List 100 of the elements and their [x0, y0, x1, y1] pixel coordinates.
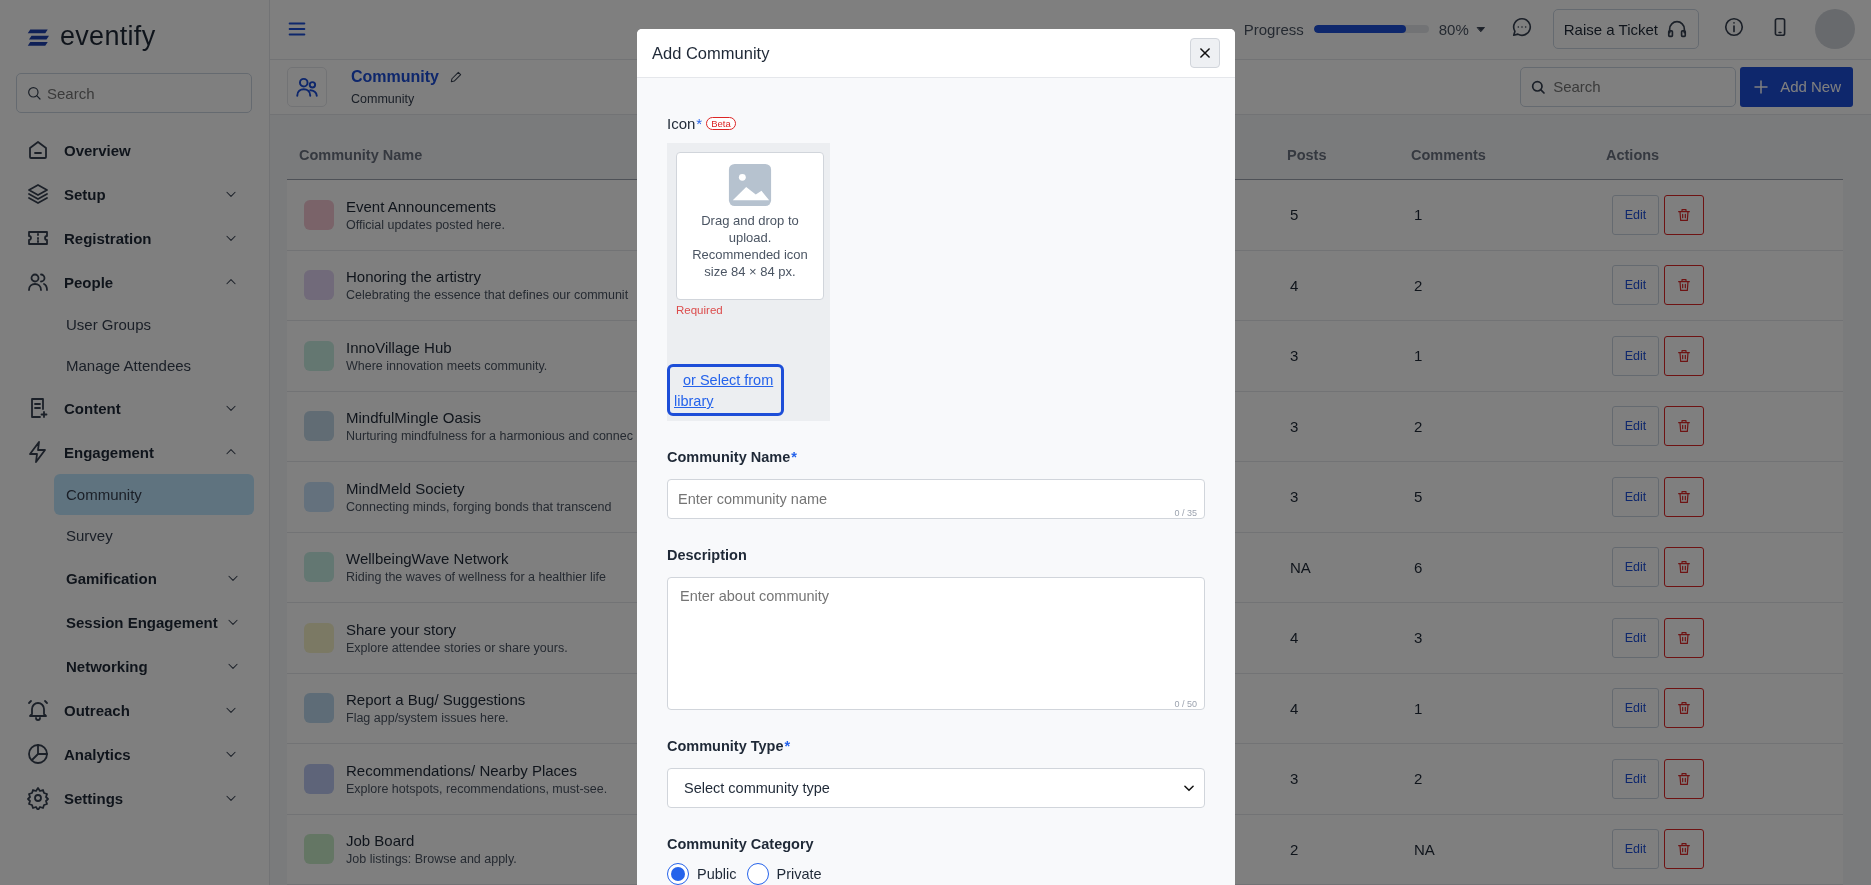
pencil-icon[interactable]: [449, 69, 463, 84]
community-description: Job listings: Browse and apply.: [346, 852, 517, 867]
table-cell-text: 1: [1413, 347, 1424, 365]
community-description: Official updates posted here.: [346, 217, 505, 232]
edit-button[interactable]: Edit: [1612, 617, 1659, 658]
nav-subitem[interactable]: Community: [54, 474, 254, 515]
delete-button[interactable]: [1664, 406, 1704, 447]
community-description: Explore attendee stories or share yours.: [346, 640, 568, 655]
column-header: Actions: [1605, 146, 1661, 163]
required-mark: *: [791, 449, 797, 465]
page-title: Community: [351, 67, 439, 86]
nav-subitem[interactable]: Networking: [54, 644, 254, 688]
nav-item[interactable]: Engagement: [16, 430, 256, 474]
edit-button[interactable]: Edit: [1612, 758, 1659, 799]
edit-button[interactable]: Edit: [1612, 476, 1659, 517]
breadcrumb: Community: [351, 91, 416, 106]
raise-ticket-button[interactable]: Raise a Ticket: [1552, 9, 1699, 50]
nav-item[interactable]: Settings: [16, 776, 256, 820]
nav-item[interactable]: Setup: [16, 172, 256, 216]
table-cell-text: 4: [1289, 699, 1300, 717]
library-link[interactable]: or Select from library: [667, 364, 784, 416]
community-description: Where innovation meets community.: [346, 358, 548, 373]
community-description: Connecting minds, forging bonds that transcend: [346, 499, 612, 514]
select-field[interactable]: Select community type: [667, 768, 1205, 808]
upload-hint: Drag and drop to upload. Recommended icon size 84 × 84 px.: [691, 212, 809, 280]
logo-text: eventify: [60, 21, 156, 52]
bell-icon: [26, 698, 50, 722]
home-icon: [26, 138, 50, 162]
community-name: Recommendations/ Nearby Places: [346, 761, 578, 779]
nav-subitem[interactable]: Session Engagement: [54, 600, 254, 644]
radio-label: Public: [697, 866, 737, 882]
dialog-title: Add Community: [652, 43, 770, 63]
nav-item[interactable]: Registration: [16, 216, 256, 260]
table-cell-text: 4: [1289, 276, 1300, 294]
delete-button[interactable]: [1664, 688, 1704, 729]
community-name: WellbeingWave Network: [346, 550, 510, 568]
radio-button[interactable]: [667, 863, 689, 885]
required-mark: *: [696, 115, 703, 132]
delete-button[interactable]: [1664, 265, 1704, 306]
search-icon: [1530, 78, 1547, 95]
community-description: Flag app/system issues here.: [346, 711, 510, 726]
edit-button[interactable]: Edit: [1612, 547, 1659, 588]
progress-label: Progress: [1243, 20, 1304, 38]
delete-button[interactable]: [1664, 758, 1704, 799]
community-description: Nurturing mindfulness for a harmonious and connec: [346, 429, 633, 444]
edit-button[interactable]: Edit: [1612, 335, 1659, 376]
nav-item[interactable]: Content: [16, 386, 256, 430]
gear-icon: [26, 786, 50, 810]
trash-icon: [1676, 277, 1692, 294]
field-label: Community Name: [667, 449, 791, 465]
nav-subitem[interactable]: Survey: [54, 515, 254, 556]
delete-button[interactable]: [1664, 617, 1704, 658]
community-name: Honoring the artistry: [346, 268, 483, 286]
drop-zone[interactable]: Drag and drop to upload. Recommended icon size 84 × 84 px.: [676, 152, 824, 300]
add-new-button[interactable]: Add New: [1740, 66, 1853, 107]
nav-subitem[interactable]: Manage Attendees: [54, 345, 254, 386]
trash-icon: [1676, 206, 1692, 223]
trash-icon: [1676, 347, 1692, 364]
community-name: MindfulMingle Oasis: [346, 409, 483, 427]
trash-icon: [1676, 559, 1692, 576]
delete-button[interactable]: [1664, 194, 1704, 235]
nav-subitem[interactable]: User Groups: [54, 304, 254, 345]
nav-subitem[interactable]: Gamification: [54, 556, 254, 600]
delete-button[interactable]: [1664, 476, 1704, 517]
search-field[interactable]: Search: [16, 73, 252, 113]
edit-button[interactable]: Edit: [1612, 406, 1659, 447]
table-cell-text: 3: [1289, 770, 1300, 788]
edit-button[interactable]: Edit: [1612, 688, 1659, 729]
community-description: Riding the waves of wellness for a healthier life: [346, 570, 606, 585]
community-name: Job Board: [346, 832, 416, 850]
community-name: InnoVillage Hub: [346, 338, 453, 356]
chat-bubble-icon[interactable]: [1510, 16, 1533, 39]
delete-button[interactable]: [1664, 829, 1704, 870]
trash-icon: [1676, 700, 1692, 717]
edit-button[interactable]: Edit: [1612, 265, 1659, 306]
radio-button[interactable]: [746, 863, 769, 885]
search-icon: [26, 85, 42, 101]
edit-button[interactable]: Edit: [1612, 829, 1659, 870]
nav-item[interactable]: Overview: [16, 128, 256, 172]
search-field[interactable]: Search: [1520, 66, 1737, 107]
table-cell-text: 3: [1413, 629, 1424, 647]
table-cell-text: 5: [1413, 488, 1424, 506]
nav-item[interactable]: People: [16, 260, 256, 304]
radio-label: Private: [776, 866, 822, 882]
community-name: Report a Bug/ Suggestions: [346, 691, 526, 709]
table-cell-text: 3: [1289, 347, 1300, 365]
community-description: Celebrating the essence that defines our communit: [346, 288, 629, 303]
delete-button[interactable]: [1664, 335, 1704, 376]
nav-item[interactable]: Analytics: [16, 732, 256, 776]
table-cell-text: 1: [1413, 206, 1424, 224]
required-mark: *: [784, 738, 791, 754]
table-cell-text: 2: [1289, 840, 1300, 858]
close-button[interactable]: [1190, 38, 1220, 68]
table-cell-text: 2: [1413, 276, 1424, 294]
info-icon[interactable]: [1723, 16, 1745, 39]
edit-button[interactable]: Edit: [1612, 194, 1659, 235]
delete-button[interactable]: [1664, 547, 1704, 588]
table-cell-text: 2: [1413, 770, 1424, 788]
nav-item[interactable]: Outreach: [16, 688, 256, 732]
trash-icon: [1676, 418, 1692, 435]
